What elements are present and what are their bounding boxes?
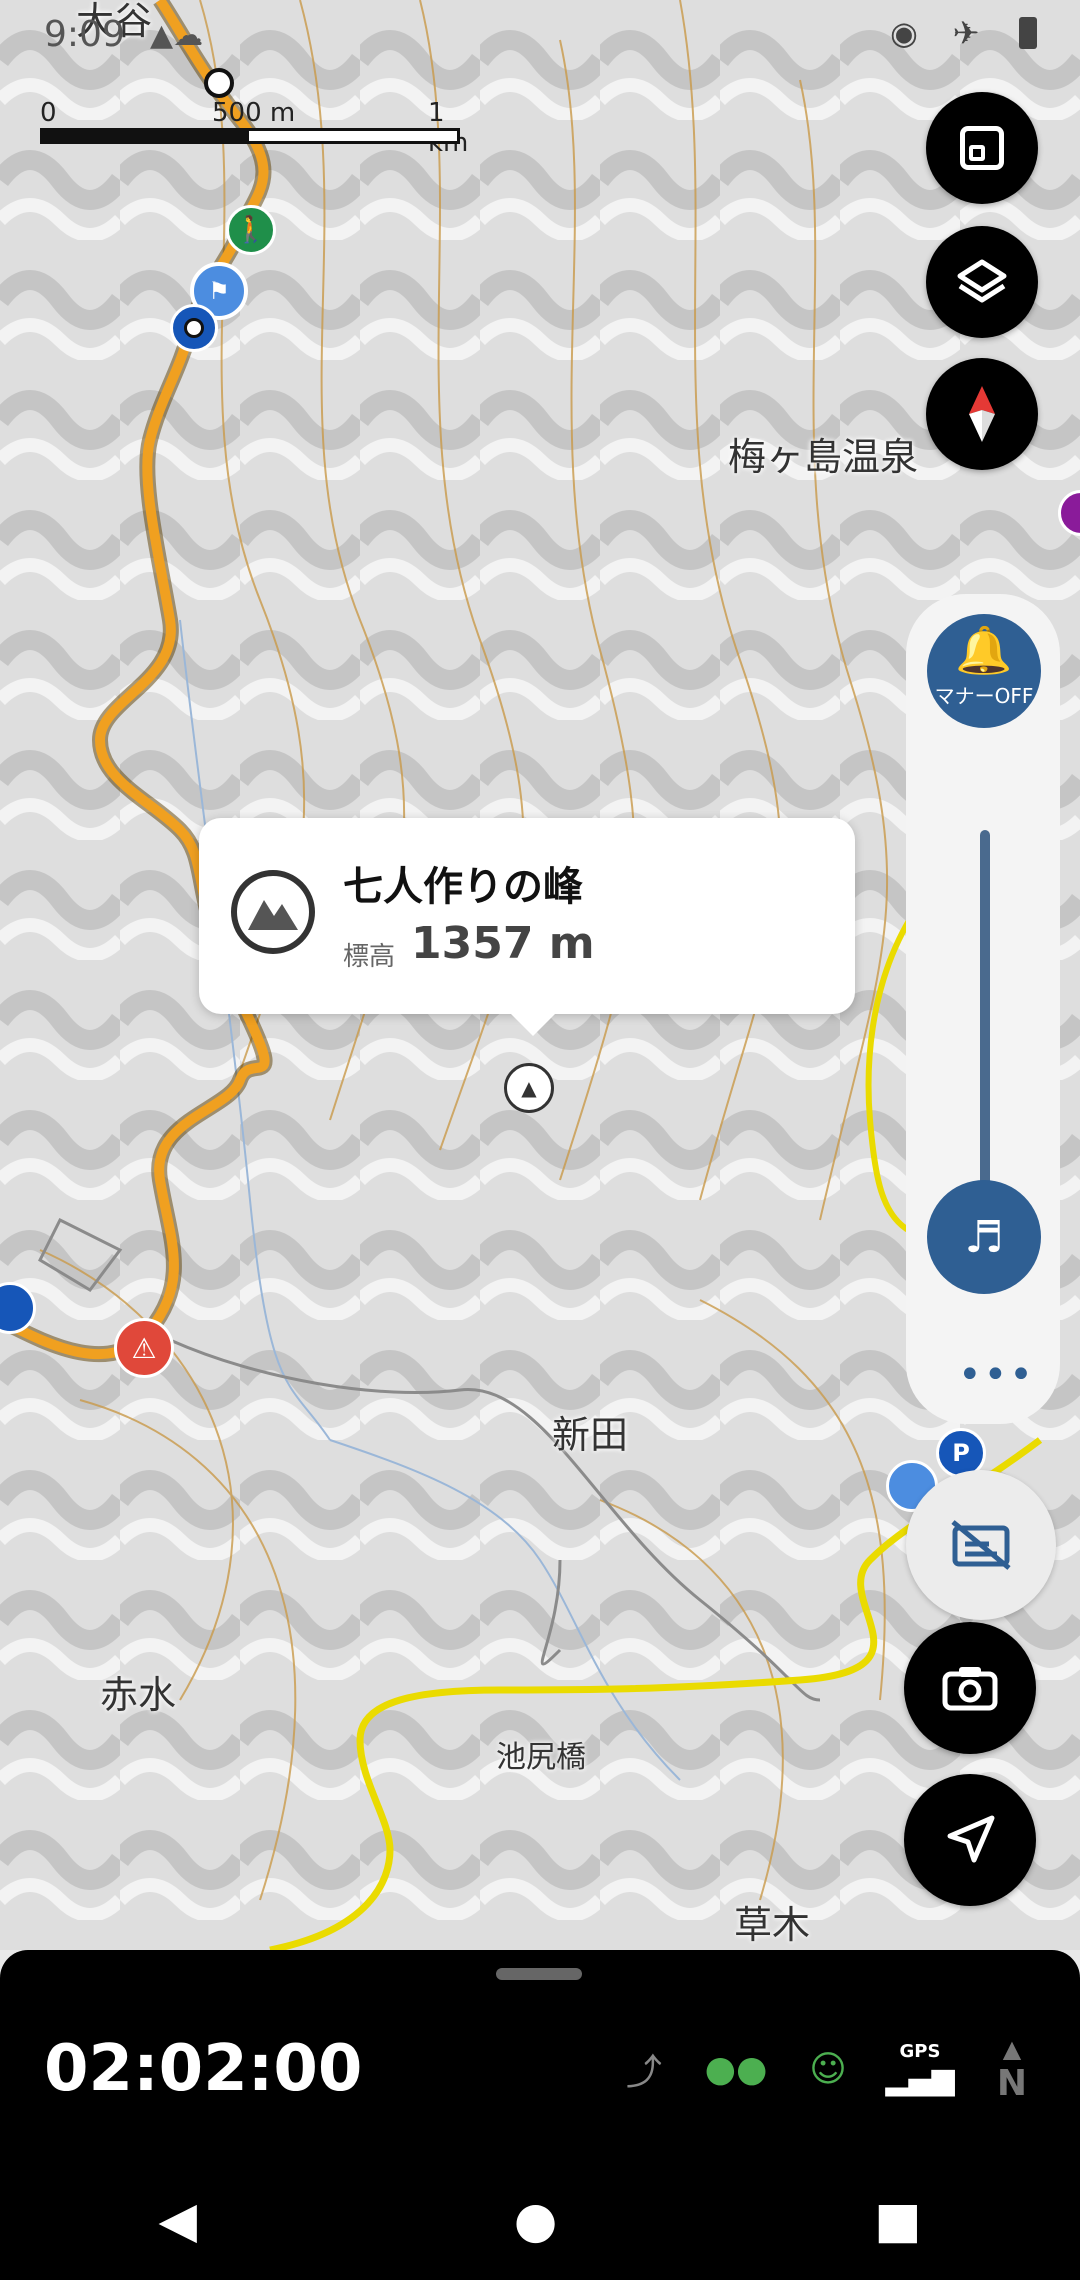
place-label-kusaki: 草木 xyxy=(734,1903,811,1947)
fullscreen-exit-button[interactable] xyxy=(926,92,1038,204)
place-label-shinden: 新田 xyxy=(552,1413,629,1457)
north-label: N xyxy=(996,2062,1028,2104)
manner-mode-button[interactable]: 🔔 マナーOFF xyxy=(927,614,1041,728)
navigation-arrow-icon xyxy=(947,1815,995,1863)
navigate-button[interactable] xyxy=(904,1774,1036,1906)
scale-bar: 0 500 m 1 km xyxy=(40,98,468,158)
summit-icon xyxy=(231,870,315,954)
signal-bars-icon: ▂▄▆ xyxy=(885,2062,955,2097)
camera-button[interactable] xyxy=(904,1622,1036,1754)
bell-icon: 🔔 xyxy=(955,623,1013,677)
north-arrow-icon: ▲ N xyxy=(996,2034,1028,2104)
mute-button[interactable]: ♬ xyxy=(927,1180,1041,1294)
summit-marker-icon[interactable]: ▲ xyxy=(504,1063,554,1113)
back-icon[interactable]: ◀ xyxy=(158,2191,196,2249)
fullscreen-exit-icon xyxy=(960,126,1004,170)
volume-slider[interactable] xyxy=(980,830,990,1210)
message-icon[interactable]: ☺ xyxy=(800,2038,856,2100)
compass-button[interactable] xyxy=(926,358,1038,470)
status-bar: 9:09 ▲☁ ◉ ✈ xyxy=(0,0,1080,70)
hiker-marker-icon[interactable]: 🚶 xyxy=(226,205,276,255)
more-options-button[interactable]: ••• xyxy=(958,1352,1035,1398)
scale-label-500m: 500 m xyxy=(212,98,296,128)
waypoints-icon[interactable]: ●● xyxy=(705,2038,768,2100)
weather-icon: ▲☁ xyxy=(150,18,204,53)
gps-label: GPS xyxy=(899,2041,941,2062)
manner-mode-label: マナーOFF xyxy=(934,684,1034,708)
elevation-value: 1357 m xyxy=(411,918,595,969)
battery-icon xyxy=(1012,14,1044,52)
compass-icon xyxy=(969,386,995,442)
recents-icon[interactable]: ■ xyxy=(874,2191,921,2249)
airplane-icon: ✈ xyxy=(952,14,980,52)
gps-signal-icon: GPS ▂▄▆ xyxy=(885,2038,954,2100)
drag-handle[interactable] xyxy=(496,1968,582,1980)
location-icon: ◉ xyxy=(890,14,918,52)
place-popup[interactable]: 七人作りの峰 標高 1357 m xyxy=(199,818,855,1036)
music-off-icon: ♬ xyxy=(964,1211,1004,1263)
system-nav-bar: ◀ ● ■ xyxy=(0,2160,1080,2280)
place-name: 七人作りの峰 xyxy=(343,864,583,910)
place-label-ikejiri: 池尻橋 xyxy=(496,1740,586,1775)
layers-icon xyxy=(957,259,1007,303)
trail-node-marker[interactable] xyxy=(204,68,234,98)
elapsed-timer: 02:02:00 xyxy=(44,2032,363,2106)
scale-label-zero: 0 xyxy=(40,98,57,128)
home-icon[interactable]: ● xyxy=(514,2191,558,2249)
layers-button[interactable] xyxy=(926,226,1038,338)
route-off-icon[interactable]: ⤴ xyxy=(616,2038,672,2100)
status-time: 9:09 xyxy=(44,14,125,55)
camera-icon xyxy=(942,1667,998,1711)
place-label-akamizu: 赤水 xyxy=(100,1673,177,1717)
subtitles-off-icon xyxy=(951,1520,1011,1570)
subtitles-off-button[interactable] xyxy=(906,1470,1056,1620)
scale-bar-graphic xyxy=(40,128,460,144)
place-label-umegashima: 梅ヶ島温泉 xyxy=(728,435,919,479)
waypoint-marker-icon[interactable] xyxy=(170,304,218,352)
warning-marker-icon[interactable]: ⚠ xyxy=(114,1318,174,1378)
elevation-label: 標高 xyxy=(343,942,396,972)
